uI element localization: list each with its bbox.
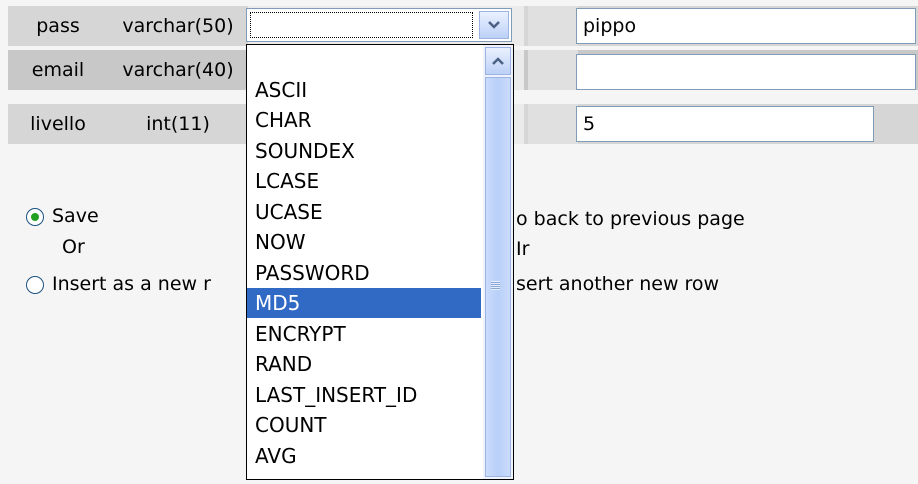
option-lcase[interactable]: LCASE [247, 166, 481, 196]
field-type: varchar(50) [122, 15, 234, 37]
field-name: pass [36, 15, 80, 37]
option-count[interactable]: COUNT [247, 410, 481, 440]
null-cell [528, 6, 578, 46]
value-input-livello[interactable]: 5 [576, 106, 874, 142]
option-rand[interactable]: RAND [247, 349, 481, 379]
option-password[interactable]: PASSWORD [247, 258, 481, 288]
scroll-up-button[interactable] [485, 47, 511, 75]
or-label-right: Ir [516, 238, 530, 260]
option-last-insert-id[interactable]: LAST_INSERT_ID [247, 380, 481, 410]
insert-form: pass varchar(50) pippo email varchar(40)… [0, 0, 918, 484]
scrollbar[interactable] [483, 45, 513, 479]
scroll-thumb[interactable] [485, 77, 511, 477]
save-label: Save [52, 205, 99, 227]
insert-another-row-label: sert another new row [516, 273, 720, 295]
field-type: int(11) [146, 113, 210, 135]
value-input-pass[interactable]: pippo [576, 8, 916, 44]
null-cell [528, 50, 578, 90]
field-name: livello [30, 113, 86, 135]
or-label: Or [62, 236, 85, 258]
option-now[interactable]: NOW [247, 227, 481, 257]
scroll-grip-icon [491, 281, 500, 290]
chevron-up-icon [492, 57, 504, 65]
field-name: email [31, 59, 85, 81]
insert-new-row-radio[interactable] [26, 276, 44, 294]
go-back-label: o back to previous page [516, 208, 745, 230]
option-encrypt[interactable]: ENCRYPT [247, 319, 481, 349]
null-cell [528, 104, 578, 144]
insert-new-row-label: Insert as a new r [52, 273, 211, 295]
value-input-email[interactable] [576, 54, 916, 90]
option-soundex[interactable]: SOUNDEX [247, 136, 481, 166]
function-dropdown-list[interactable]: ASCII CHAR SOUNDEX LCASE UCASE NOW PASSW… [246, 44, 514, 480]
option-avg[interactable]: AVG [247, 441, 481, 471]
field-type: varchar(40) [122, 59, 234, 81]
dropdown-button[interactable] [479, 11, 509, 39]
chevron-down-icon [488, 21, 500, 29]
function-select[interactable] [246, 8, 512, 42]
save-radio[interactable] [26, 208, 44, 226]
option-char[interactable]: CHAR [247, 105, 481, 135]
option-md5[interactable]: MD5 [247, 288, 481, 318]
focus-ring [250, 12, 473, 38]
option-ucase[interactable]: UCASE [247, 197, 481, 227]
option-ascii[interactable]: ASCII [247, 75, 481, 105]
